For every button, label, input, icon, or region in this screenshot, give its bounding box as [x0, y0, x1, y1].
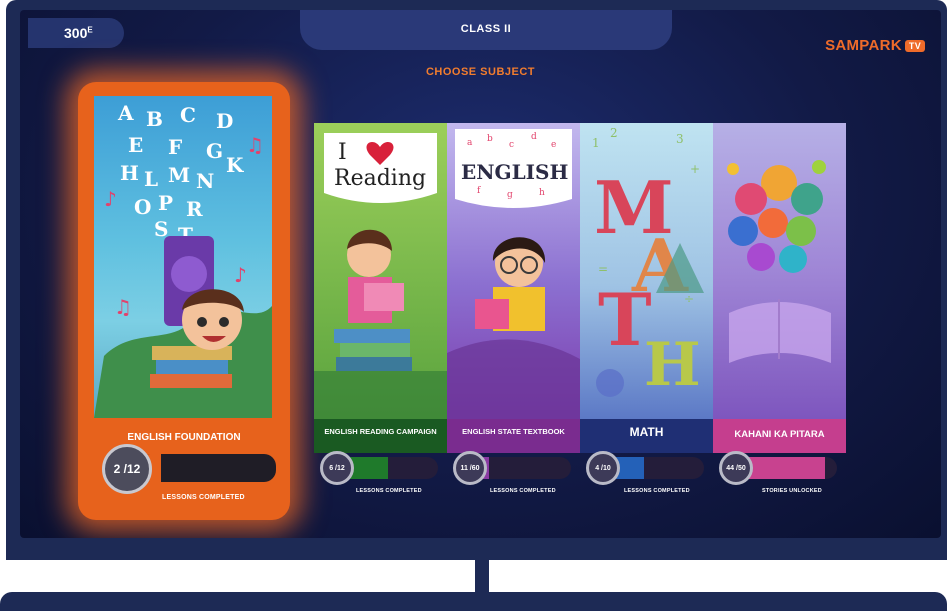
reading-art-letter: I	[338, 140, 347, 165]
subject-card-math[interactable]: 1 2 3 + = ÷ M A T H MATH	[580, 123, 713, 453]
monitor-stand	[475, 560, 489, 596]
score-counter: 300E	[28, 18, 124, 48]
svg-text:+: +	[690, 162, 700, 176]
english-foundation-illustration: ABCD EFG HLMNK OPR ST ♫ ♪ ♪ ♫	[94, 96, 272, 418]
svg-text:B: B	[146, 107, 163, 131]
class-tab[interactable]: CLASS II	[300, 10, 672, 50]
math-progress-caption: LESSONS COMPLETED	[624, 488, 690, 494]
svg-text:c: c	[509, 140, 514, 150]
score-unit: E	[87, 25, 93, 35]
subject-card-kahani-ka-pitara[interactable]: KAHANI KA PITARA	[713, 123, 846, 453]
svg-text:F: F	[168, 135, 182, 159]
svg-text:3: 3	[676, 132, 684, 146]
english-foundation-progress-badge: 2 /12	[102, 444, 152, 494]
math-label-bar: MATH	[580, 419, 713, 453]
english-textbook-label-bar: ENGLISH STATE TEXTBOOK	[447, 419, 580, 453]
svg-text:♪: ♪	[104, 187, 117, 211]
svg-text:A: A	[117, 101, 134, 125]
english-textbook-title: ENGLISH STATE TEXTBOOK	[462, 427, 565, 436]
svg-text:G: G	[206, 139, 223, 163]
score-value: 300	[64, 25, 88, 41]
svg-text:2: 2	[610, 126, 618, 140]
svg-text:C: C	[180, 103, 196, 127]
english-textbook-illustration: ENGLISH abcdefgh	[447, 123, 580, 419]
english-reading-progress-caption: LESSONS COMPLETED	[356, 488, 422, 494]
monitor-frame: 300E CLASS II SAMPARK TV CHOOSE SUBJECT …	[6, 0, 947, 560]
subject-card-english-foundation[interactable]: ABCD EFG HLMNK OPR ST ♫ ♪ ♪ ♫ ENGLISH FO…	[78, 82, 290, 520]
svg-text:♫: ♫	[246, 133, 264, 157]
math-progress-badge: 4 /10	[586, 451, 620, 485]
math-title: MATH	[629, 425, 664, 439]
kahani-illustration	[713, 123, 846, 419]
choose-subject-heading: CHOOSE SUBJECT	[425, 66, 536, 78]
svg-text:H: H	[120, 161, 139, 185]
english-textbook-progress-badge: 11 /60	[453, 451, 487, 485]
english-reading-label-bar: ENGLISH READING CAMPAIGN	[314, 419, 447, 453]
svg-text:P: P	[158, 191, 173, 215]
svg-text:g: g	[507, 190, 513, 200]
subject-card-english-reading-campaign[interactable]: I Reading ENGLISH READING CAMPAIGN	[314, 123, 447, 453]
svg-text:D: D	[216, 109, 233, 133]
english-reading-illustration: I Reading	[314, 123, 447, 419]
svg-text:R: R	[186, 197, 203, 221]
svg-text:=: =	[598, 262, 608, 276]
svg-text:M: M	[168, 163, 190, 187]
kahani-label-bar: KAHANI KA PITARA	[713, 419, 846, 453]
english-foundation-progress-caption: LESSONS COMPLETED	[162, 494, 245, 501]
svg-text:O: O	[134, 195, 151, 219]
monitor-base	[0, 592, 947, 611]
english-reading-title: ENGLISH READING CAMPAIGN	[324, 427, 437, 436]
svg-text:L: L	[144, 167, 158, 191]
svg-text:b: b	[487, 134, 493, 144]
logo-text: SAMPARK	[825, 37, 902, 54]
english-foundation-title: ENGLISH FOUNDATION	[127, 432, 241, 443]
english-textbook-progress-caption: LESSONS COMPLETED	[490, 488, 556, 494]
svg-text:N: N	[196, 169, 214, 193]
svg-text:h: h	[539, 188, 545, 198]
sampark-logo: SAMPARK TV	[825, 37, 925, 54]
svg-text:♪: ♪	[234, 263, 247, 287]
svg-text:♫: ♫	[114, 295, 132, 319]
math-art-letter-h: H	[644, 330, 701, 400]
svg-text:E: E	[128, 133, 143, 157]
svg-text:K: K	[226, 153, 244, 177]
kahani-progress-caption: STORIES UNLOCKED	[762, 488, 822, 494]
kahani-title: KAHANI KA PITARA	[734, 429, 825, 440]
svg-text:e: e	[551, 140, 556, 150]
logo-badge: TV	[904, 39, 925, 52]
english-reading-progress-badge: 6 /12	[320, 451, 354, 485]
svg-text:a: a	[467, 138, 473, 148]
svg-text:d: d	[531, 132, 537, 142]
math-illustration: 1 2 3 + = ÷ M A T H	[580, 123, 713, 419]
subject-card-english-state-textbook[interactable]: ENGLISH abcdefgh ENGLISH STATE TEXTBOOK	[447, 123, 580, 453]
kahani-progress-badge: 44 /50	[719, 451, 753, 485]
reading-art-word: Reading	[334, 166, 426, 191]
english-art-word: ENGLISH	[461, 160, 568, 184]
app-screen: 300E CLASS II SAMPARK TV CHOOSE SUBJECT …	[20, 10, 941, 538]
english-foundation-progress-bar	[138, 454, 276, 482]
svg-text:1: 1	[592, 136, 600, 150]
